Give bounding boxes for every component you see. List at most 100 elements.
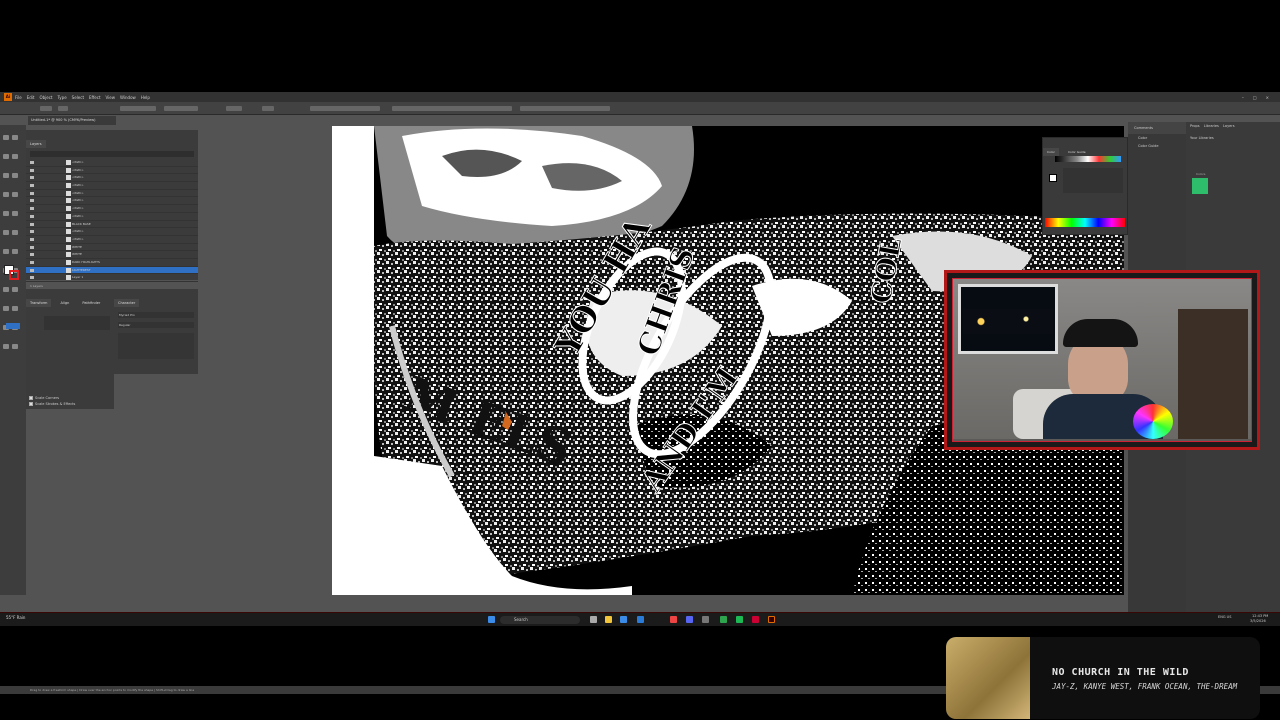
menu-edit[interactable]: Edit (27, 95, 35, 100)
settings-icon[interactable] (702, 616, 709, 623)
layer-row[interactable]: <Path> (26, 167, 198, 175)
visibility-eye-icon[interactable] (30, 230, 34, 234)
menu-file[interactable]: File (15, 95, 22, 100)
checkbox-icon[interactable] (29, 396, 33, 400)
visibility-eye-icon[interactable] (30, 237, 34, 241)
visibility-eye-icon[interactable] (30, 168, 34, 172)
menu-window[interactable]: Window (120, 95, 136, 100)
transform-fields[interactable] (44, 316, 110, 330)
tab-color-guide[interactable]: Color Guide (1063, 148, 1090, 156)
color-item[interactable]: Color (1128, 134, 1186, 142)
layer-row[interactable]: <Path> (26, 182, 198, 190)
tab-align[interactable]: Align (56, 299, 74, 307)
visibility-eye-icon[interactable] (30, 207, 34, 211)
opacity-field[interactable] (226, 106, 242, 111)
menu-type[interactable]: Type (57, 95, 66, 100)
direct-selection-tool-icon[interactable] (12, 135, 18, 140)
weather-widget[interactable]: 55°F Rain (6, 615, 25, 620)
maximize-button[interactable]: □ (1253, 95, 1257, 100)
visibility-eye-icon[interactable] (30, 253, 34, 257)
visibility-eye-icon[interactable] (30, 191, 34, 195)
visibility-eye-icon[interactable] (30, 260, 34, 264)
taskbar-search[interactable]: Search (500, 616, 580, 624)
style-swatch[interactable] (262, 106, 274, 111)
lasso-icon[interactable] (12, 154, 18, 159)
zoom-tool-icon[interactable] (3, 344, 9, 349)
layer-row[interactable]: <Path> (26, 228, 198, 236)
layer-row[interactable]: <Path> (26, 197, 198, 206)
layers-tab[interactable]: Layers (26, 140, 46, 148)
edge-icon[interactable] (637, 616, 644, 623)
comments-tab[interactable]: Comments (1128, 122, 1186, 134)
illustrator-taskbar-icon[interactable] (768, 616, 775, 623)
layer-row[interactable]: <Path> (26, 213, 198, 221)
tab-transform[interactable]: Transform (26, 299, 52, 307)
draw-mode-icon[interactable] (6, 323, 20, 329)
menu-help[interactable]: Help (141, 95, 150, 100)
stroke-swatch[interactable] (58, 106, 68, 111)
color-sliders[interactable] (1063, 168, 1123, 193)
tab-color[interactable]: Color (1043, 148, 1059, 156)
menu-select[interactable]: Select (72, 95, 84, 100)
eyedropper-icon[interactable] (3, 306, 9, 311)
line-tool-icon[interactable] (12, 192, 18, 197)
align-buttons[interactable] (310, 106, 380, 111)
fill-swatch[interactable] (40, 106, 52, 111)
store-icon[interactable] (620, 616, 627, 623)
file-explorer-icon[interactable] (605, 616, 612, 623)
brush-definition[interactable] (164, 106, 198, 111)
scale-tool-icon[interactable] (12, 249, 18, 254)
visibility-eye-icon[interactable] (30, 222, 34, 226)
layer-row[interactable]: BLACK BASE (26, 221, 198, 229)
font-family-field[interactable]: Myriad Pro (118, 312, 194, 318)
obs-icon[interactable] (752, 616, 759, 623)
language-indicator[interactable]: ENG US (1218, 615, 1231, 619)
minimize-button[interactable]: – (1242, 95, 1244, 100)
layer-row[interactable]: DARK HIGHLIGHTS (26, 259, 198, 267)
layer-row[interactable]: <Path> (26, 174, 198, 183)
type-settings-fields[interactable] (118, 333, 194, 359)
gradient-tool-icon[interactable] (12, 287, 18, 292)
spotify-icon[interactable] (720, 616, 727, 623)
arrange-buttons[interactable] (520, 106, 610, 111)
tab-pathfinder[interactable]: Pathfinder (78, 299, 105, 307)
scale-strokes-option[interactable]: Scale Strokes & Effects (26, 401, 114, 407)
visibility-eye-icon[interactable] (30, 176, 34, 180)
blend-tool-icon[interactable] (12, 306, 18, 311)
layers-search-input[interactable] (30, 151, 194, 157)
discord-icon[interactable] (686, 616, 693, 623)
stroke-weight[interactable] (120, 106, 156, 111)
curvature-tool-icon[interactable] (12, 173, 18, 178)
transform-fields[interactable] (392, 106, 512, 111)
selection-tool-icon[interactable] (3, 135, 9, 140)
pen-tool-icon[interactable] (3, 173, 9, 178)
menu-object[interactable]: Object (39, 95, 52, 100)
type-tool-icon[interactable] (3, 192, 9, 197)
tab-layers[interactable]: Layers (1223, 124, 1235, 128)
tab-props[interactable]: Props (1190, 124, 1200, 128)
rotate-tool-icon[interactable] (3, 249, 9, 254)
color-spectrum[interactable] (1045, 218, 1125, 227)
visibility-eye-icon[interactable] (30, 184, 34, 188)
layer-row[interactable]: Layer 1 (26, 274, 198, 282)
visibility-eye-icon[interactable] (30, 161, 34, 164)
windows-start-icon[interactable] (488, 616, 495, 623)
color-guide-item[interactable]: Color Guide (1128, 142, 1186, 150)
tab-character[interactable]: Character (114, 299, 140, 307)
layer-row[interactable]: <Path> (26, 205, 198, 213)
layer-row[interactable]: <Path> (26, 236, 198, 244)
shape-builder-icon[interactable] (3, 287, 9, 292)
menu-effect[interactable]: Effect (89, 95, 101, 100)
layer-row[interactable]: LIGHTEREST (26, 266, 198, 275)
layer-row[interactable]: WHITE (26, 251, 198, 259)
app-icon[interactable] (736, 616, 743, 623)
library-color-swatch[interactable] (1192, 178, 1208, 194)
layer-row[interactable]: <Path> (26, 159, 198, 167)
visibility-eye-icon[interactable] (30, 199, 34, 203)
clock-time[interactable]: 12:43 PM (1252, 614, 1268, 618)
menu-view[interactable]: View (106, 95, 116, 100)
checkbox-icon[interactable] (29, 402, 33, 406)
eraser-icon[interactable] (12, 230, 18, 235)
more-tools-icon[interactable] (12, 344, 18, 349)
paintbrush-icon[interactable] (12, 211, 18, 216)
